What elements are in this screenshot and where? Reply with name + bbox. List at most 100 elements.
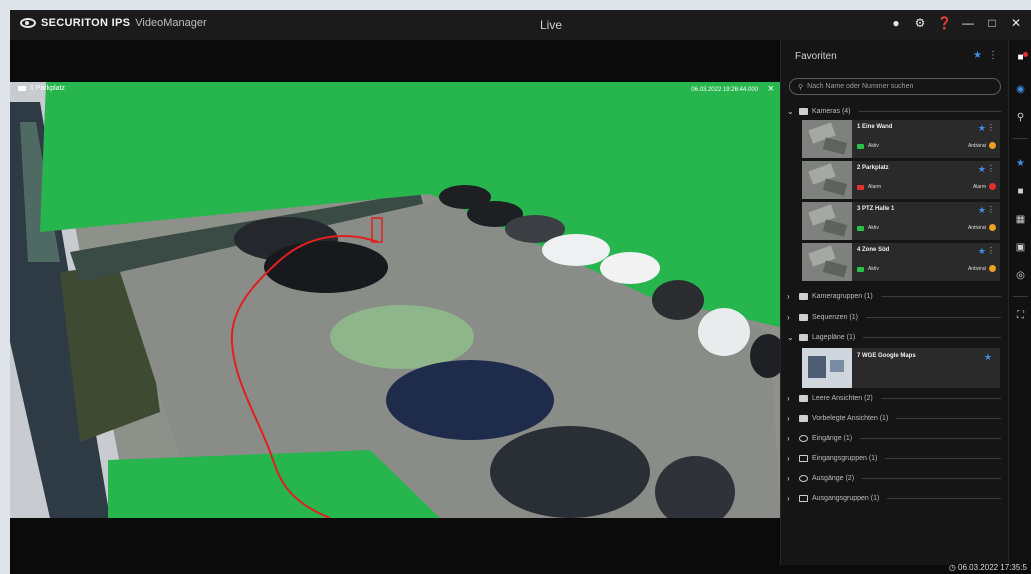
divider [860, 438, 1001, 439]
camera-item[interactable]: 1 Eine Wand ★ ⋮ Aktiv Antivirat [802, 120, 1000, 158]
group-layout-views[interactable]: › Leere Ansichten (2) [787, 394, 1001, 403]
favorite-star-icon[interactable]: ★ [978, 205, 986, 216]
divider [862, 478, 1001, 479]
camera-overlay-label: 1 Parkplatz [18, 85, 65, 92]
notifications-icon[interactable]: ■ [1014, 52, 1028, 63]
status-datetime-text: 06.03.2022 17:35:5 [958, 563, 1027, 572]
camera-thumbnail [802, 161, 852, 199]
views-icon[interactable]: ▦ [1014, 214, 1027, 225]
fullscreen-icon[interactable]: ⛶ [1014, 310, 1027, 321]
settings-icon[interactable]: ⚙ [913, 16, 927, 30]
output-group-icon [799, 495, 808, 502]
group-outputs[interactable]: › Ausgänge (2) [787, 474, 1001, 483]
sequence-icon [799, 314, 808, 321]
search-icon[interactable]: ⚲ [1014, 112, 1027, 123]
camera-name: 4 Zone Süd [857, 247, 890, 253]
live-view-icon[interactable]: ◉ [1014, 84, 1027, 95]
mode-indicator [989, 224, 996, 231]
map-thumbnail [802, 348, 852, 388]
chevron-right-icon: › [787, 313, 790, 322]
camera-item[interactable]: 3 PTZ Halle 1 ★ ⋮ Aktiv Antivirat [802, 202, 1000, 240]
camera-thumbnail [802, 202, 852, 240]
chevron-right-icon: › [787, 494, 790, 503]
group-cameras[interactable]: ⌄ Kameras (4) [787, 107, 1001, 116]
camera-status: Aktiv [868, 266, 879, 272]
chevron-down-icon: ⌄ [787, 107, 794, 116]
favorites-star-icon[interactable]: ★ [1014, 158, 1027, 169]
camera-mode: Antivirat [967, 225, 986, 231]
camera-item[interactable]: 2 Parkplatz ★ ⋮ Alarm Alarm [802, 161, 1000, 199]
camera-status: Aktiv [868, 225, 879, 231]
camera-scene [10, 82, 780, 518]
divider [880, 398, 1001, 399]
pin-icon[interactable]: ★ [973, 50, 982, 61]
status-indicator [857, 267, 864, 272]
group-preset-views[interactable]: › Vorbelegte Ansichten (1) [787, 414, 1001, 423]
camera-overlay-timestamp: 06.03.2022 19:26:44.000 [691, 87, 758, 93]
map-icon[interactable]: ▣ [1014, 242, 1027, 253]
divider [863, 337, 1001, 338]
status-datetime: ◷ 06.03.2022 17:35:5 [948, 563, 1027, 572]
chevron-right-icon: › [787, 454, 790, 463]
product-name: VideoManager [135, 17, 207, 29]
camera-group-icon [799, 293, 808, 300]
live-video-view[interactable]: 1 Parkplatz 06.03.2022 19:26:44.000 × [10, 82, 780, 518]
group-output-groups[interactable]: › Ausgangsgruppen (1) [787, 494, 1001, 503]
chevron-down-icon: ⌄ [787, 333, 794, 342]
help-icon[interactable]: ❓ [937, 16, 952, 30]
close-icon[interactable]: ✕ [1009, 16, 1023, 30]
favorite-star-icon[interactable]: ★ [984, 352, 992, 363]
view-icon [799, 395, 808, 402]
more-icon[interactable]: ⋮ [987, 123, 995, 132]
group-label: Kameragruppen (1) [812, 293, 873, 300]
more-icon[interactable]: ⋮ [988, 50, 998, 61]
group-label: Leere Ansichten (2) [812, 395, 873, 402]
favorite-star-icon[interactable]: ★ [978, 123, 986, 134]
io-icon[interactable]: ◎ [1014, 270, 1027, 281]
chevron-right-icon: › [787, 414, 790, 423]
input-icon [799, 435, 808, 442]
search-input[interactable]: ⚲ Nach Name oder Nummer suchen [789, 78, 1001, 95]
camera-name: 2 Parkplatz [857, 165, 889, 171]
close-view-icon[interactable]: × [768, 83, 774, 95]
camera-icon [799, 108, 808, 115]
group-label: Eingänge (1) [812, 435, 853, 442]
title-bar-actions: ● ⚙ ❓ — □ ✕ [889, 16, 1023, 30]
camera-icon[interactable]: ■ [1014, 186, 1027, 197]
camera-name: 1 Eine Wand [857, 124, 893, 130]
camera-mode: Antivirat [967, 266, 986, 272]
group-input-groups[interactable]: › Eingangsgruppen (1) [787, 454, 1001, 463]
chevron-right-icon: › [787, 292, 790, 301]
group-label: Vorbelegte Ansichten (1) [812, 415, 889, 422]
divider [1013, 296, 1028, 297]
group-maps[interactable]: ⌄ Lagepläne (1) [787, 333, 1001, 342]
more-icon[interactable]: ⋮ [987, 205, 995, 214]
favorite-star-icon[interactable]: ★ [978, 164, 986, 175]
user-icon[interactable]: ● [889, 16, 903, 30]
panel-title: Favoriten [795, 51, 837, 62]
divider [880, 296, 1001, 297]
camera-name: 3 PTZ Halle 1 [857, 206, 895, 212]
divider [1013, 138, 1028, 139]
map-name: 7 WGE Google Maps [857, 353, 916, 359]
status-indicator [857, 185, 864, 190]
camera-item[interactable]: 4 Zone Süd ★ ⋮ Aktiv Antivirat [802, 243, 1000, 281]
divider [896, 418, 1001, 419]
minimize-icon[interactable]: — [961, 16, 975, 30]
divider [885, 458, 1001, 459]
group-sequences[interactable]: › Sequenzen (1) [787, 313, 1001, 322]
maximize-icon[interactable]: □ [985, 16, 999, 30]
favorite-star-icon[interactable]: ★ [978, 246, 986, 257]
more-icon[interactable]: ⋮ [987, 246, 995, 255]
group-camera-groups[interactable]: › Kameragruppen (1) [787, 292, 1001, 301]
more-icon[interactable]: ⋮ [987, 164, 995, 173]
group-inputs[interactable]: › Eingänge (1) [787, 434, 1001, 443]
map-icon [799, 334, 808, 341]
mode-indicator [989, 265, 996, 272]
search-icon: ⚲ [798, 83, 804, 91]
group-label: Ausgänge (2) [812, 475, 855, 482]
preset-view-icon [799, 415, 808, 422]
camera-thumbnail [802, 243, 852, 281]
map-item[interactable]: 7 WGE Google Maps ★ [802, 348, 1000, 388]
status-indicator [857, 226, 864, 231]
